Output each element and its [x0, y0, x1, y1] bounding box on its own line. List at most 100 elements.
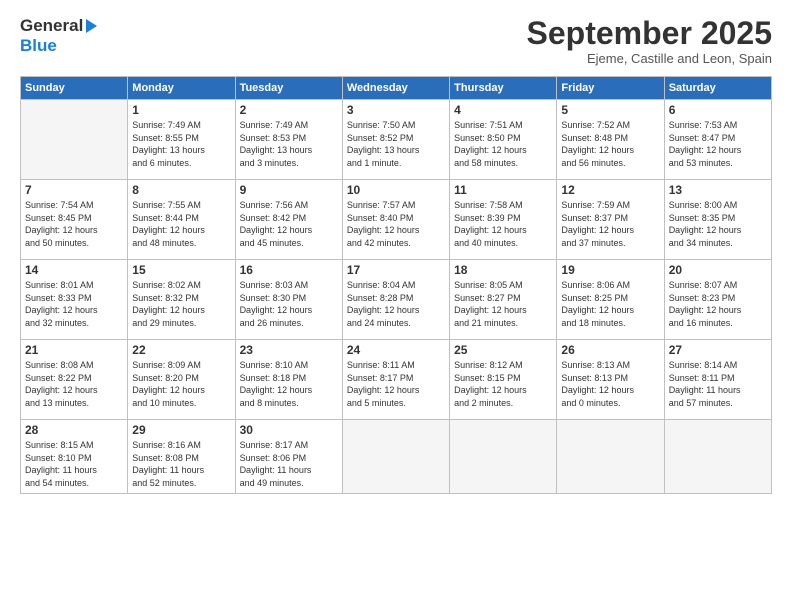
day-info-line: Sunrise: 8:05 AM: [454, 279, 552, 292]
table-row: 30Sunrise: 8:17 AMSunset: 8:06 PMDayligh…: [235, 420, 342, 493]
table-row: 15Sunrise: 8:02 AMSunset: 8:32 PMDayligh…: [128, 260, 235, 340]
day-info-line: Sunset: 8:53 PM: [240, 132, 338, 145]
day-info-line: Sunset: 8:06 PM: [240, 452, 338, 465]
day-info-line: and 6 minutes.: [132, 157, 230, 170]
day-info-line: Sunset: 8:40 PM: [347, 212, 445, 225]
col-monday: Monday: [128, 77, 235, 100]
day-info-line: and 42 minutes.: [347, 237, 445, 250]
day-info-line: Sunrise: 7:49 AM: [132, 119, 230, 132]
table-row: 16 Sunrise: 8:03 AMSunset: 8:30 PMDayligh…: [235, 260, 342, 340]
day-number: 22: [132, 343, 230, 357]
table-row: 13Sunrise: 8:00 AMSunset: 8:35 PMDayligh…: [664, 180, 771, 260]
table-row: 26Sunrise: 8:13 AMSunset: 8:13 PMDayligh…: [557, 340, 664, 420]
day-number: 28: [25, 423, 123, 437]
day-info-line: and 57 minutes.: [669, 397, 767, 410]
day-info-line: Sunset: 8:44 PM: [132, 212, 230, 225]
day-info-line: Sunrise: 8:10 AM: [240, 359, 338, 372]
day-info-line: and 24 minutes.: [347, 317, 445, 330]
day-info-line: Sunset: 8:30 PM: [240, 292, 338, 305]
calendar-table: Sunday Monday Tuesday Wednesday Thursday…: [20, 76, 772, 493]
day-info-line: and 48 minutes.: [132, 237, 230, 250]
day-number: 17: [347, 263, 445, 277]
day-info-line: Sunrise: 8:03 AM: [240, 279, 338, 292]
table-row: 10Sunrise: 7:57 AMSunset: 8:40 PMDayligh…: [342, 180, 449, 260]
table-row: 3Sunrise: 7:50 AMSunset: 8:52 PMDaylight…: [342, 100, 449, 180]
day-info-line: Sunset: 8:55 PM: [132, 132, 230, 145]
day-info-line: Sunset: 8:45 PM: [25, 212, 123, 225]
day-info-line: Daylight: 12 hours: [347, 224, 445, 237]
day-info-line: and 5 minutes.: [347, 397, 445, 410]
table-row: 22Sunrise: 8:09 AMSunset: 8:20 PMDayligh…: [128, 340, 235, 420]
day-info-line: Sunset: 8:11 PM: [669, 372, 767, 385]
day-number: 24: [347, 343, 445, 357]
day-info-line: Sunset: 8:35 PM: [669, 212, 767, 225]
day-info-line: and 49 minutes.: [240, 477, 338, 490]
title-block: September 2025 Ejeme, Castille and Leon,…: [527, 16, 772, 66]
day-info-line: Sunset: 8:32 PM: [132, 292, 230, 305]
table-row: [557, 420, 664, 493]
day-info-line: Daylight: 12 hours: [454, 304, 552, 317]
day-info-line: Sunset: 8:18 PM: [240, 372, 338, 385]
day-info-line: Daylight: 12 hours: [454, 144, 552, 157]
day-info-line: and 13 minutes.: [25, 397, 123, 410]
day-info-line: Daylight: 11 hours: [132, 464, 230, 477]
day-info-line: and 1 minute.: [347, 157, 445, 170]
day-info-line: Daylight: 12 hours: [25, 304, 123, 317]
table-row: 17Sunrise: 8:04 AMSunset: 8:28 PMDayligh…: [342, 260, 449, 340]
day-info-line: Sunrise: 7:49 AM: [240, 119, 338, 132]
day-info-line: Daylight: 12 hours: [132, 224, 230, 237]
day-number: 1: [132, 103, 230, 117]
day-info-line: Daylight: 11 hours: [240, 464, 338, 477]
day-number: 16: [240, 263, 338, 277]
day-info-line: Sunrise: 8:16 AM: [132, 439, 230, 452]
day-number: 30: [240, 423, 338, 437]
day-number: 20: [669, 263, 767, 277]
table-row: 20Sunrise: 8:07 AMSunset: 8:23 PMDayligh…: [664, 260, 771, 340]
day-number: 26: [561, 343, 659, 357]
day-info-line: Sunrise: 8:11 AM: [347, 359, 445, 372]
table-row: 1Sunrise: 7:49 AMSunset: 8:55 PMDaylight…: [128, 100, 235, 180]
day-info-line: Daylight: 12 hours: [561, 144, 659, 157]
table-row: 19Sunrise: 8:06 AMSunset: 8:25 PMDayligh…: [557, 260, 664, 340]
day-info-line: Sunrise: 7:59 AM: [561, 199, 659, 212]
table-row: 18Sunrise: 8:05 AMSunset: 8:27 PMDayligh…: [450, 260, 557, 340]
day-info-line: Daylight: 11 hours: [25, 464, 123, 477]
day-number: 23: [240, 343, 338, 357]
day-number: 10: [347, 183, 445, 197]
day-info-line: Daylight: 12 hours: [561, 304, 659, 317]
day-info-line: Daylight: 12 hours: [240, 384, 338, 397]
day-info-line: Sunrise: 7:52 AM: [561, 119, 659, 132]
day-info-line: and 50 minutes.: [25, 237, 123, 250]
day-info-line: and 29 minutes.: [132, 317, 230, 330]
day-number: 29: [132, 423, 230, 437]
col-friday: Friday: [557, 77, 664, 100]
col-sunday: Sunday: [21, 77, 128, 100]
day-number: 8: [132, 183, 230, 197]
day-info-line: Daylight: 12 hours: [25, 224, 123, 237]
day-info-line: Daylight: 12 hours: [25, 384, 123, 397]
table-row: [21, 100, 128, 180]
day-info-line: Sunset: 8:37 PM: [561, 212, 659, 225]
day-info-line: Sunset: 8:20 PM: [132, 372, 230, 385]
day-number: 18: [454, 263, 552, 277]
day-info-line: Sunset: 8:15 PM: [454, 372, 552, 385]
logo-general: General: [20, 16, 97, 36]
day-info-line: Daylight: 12 hours: [240, 304, 338, 317]
day-info-line: Sunset: 8:25 PM: [561, 292, 659, 305]
day-info-line: Sunrise: 8:01 AM: [25, 279, 123, 292]
day-number: 9: [240, 183, 338, 197]
table-row: [450, 420, 557, 493]
table-row: 23 Sunrise: 8:10 AMSunset: 8:18 PMDayligh…: [235, 340, 342, 420]
day-info-line: Sunset: 8:13 PM: [561, 372, 659, 385]
col-tuesday: Tuesday: [235, 77, 342, 100]
day-info-line: Daylight: 12 hours: [454, 224, 552, 237]
table-row: 11Sunrise: 7:58 AMSunset: 8:39 PMDayligh…: [450, 180, 557, 260]
day-info-line: Sunset: 8:52 PM: [347, 132, 445, 145]
day-number: 11: [454, 183, 552, 197]
day-info-line: and 16 minutes.: [669, 317, 767, 330]
day-number: 12: [561, 183, 659, 197]
day-info-line: and 37 minutes.: [561, 237, 659, 250]
day-number: 27: [669, 343, 767, 357]
day-info-line: Sunrise: 7:54 AM: [25, 199, 123, 212]
day-info-line: Daylight: 12 hours: [669, 304, 767, 317]
